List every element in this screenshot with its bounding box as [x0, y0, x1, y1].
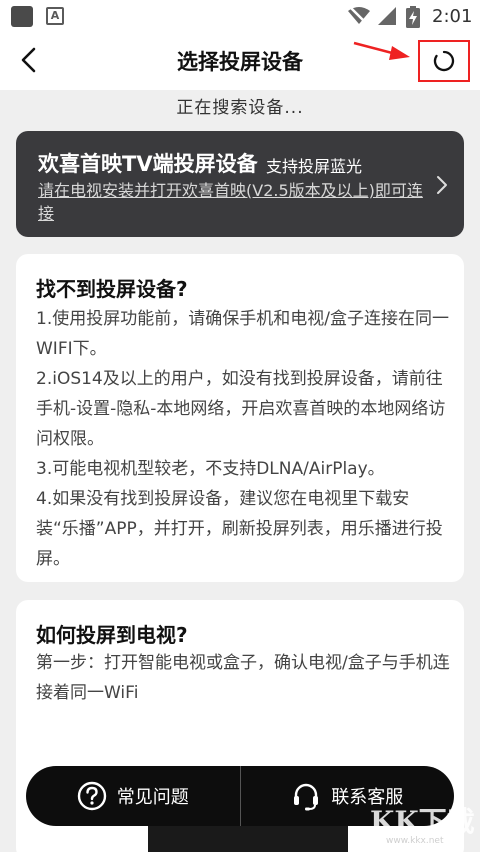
pointer-arrow-icon — [353, 41, 410, 60]
tv-card-description-link[interactable]: 请在电视安装并打开欢喜首映(V2.5版本及以上)即可连接 — [38, 179, 426, 225]
question-circle-icon — [77, 781, 106, 811]
signal-icon — [378, 7, 396, 25]
app-notification-icon — [11, 6, 33, 27]
refresh-button[interactable] — [418, 40, 470, 82]
clock: 2:01 — [432, 6, 473, 27]
tv-device-card[interactable]: 欢喜首映TV端投屏设备 支持投屏蓝光 请在电视安装并打开欢喜首映(V2.5版本及… — [16, 131, 464, 237]
troubleshoot-item: 4.如果没有找到投屏设备，建议您在电视里下载安装“乐播”APP，并打开，刷新投屏… — [36, 489, 443, 569]
tv-card-title: 欢喜首映TV端投屏设备 — [38, 152, 258, 176]
wifi-off-icon — [348, 6, 370, 26]
troubleshoot-list: 1.使用投屏功能前，请确保手机和电视/盒子连接在同一WIFI下。 2.iOS14… — [36, 304, 452, 574]
chevron-right-icon — [437, 176, 447, 194]
notification-a-icon: A — [46, 7, 64, 25]
howto-step: 第一步：打开智能电视或盒子，确认电视/盒子与手机连接着同一WiFi — [36, 653, 450, 703]
faq-label: 常见问题 — [116, 787, 189, 808]
troubleshoot-card: 找不到投屏设备? 1.使用投屏功能前，请确保手机和电视/盒子连接在同一WIFI下… — [16, 254, 464, 582]
status-bar: A 2:01 — [0, 0, 480, 32]
troubleshoot-item: 2.iOS14及以上的用户，如没有找到投屏设备，请前往手机-设置-隐私-本地网络… — [36, 369, 446, 449]
troubleshoot-item: 3.可能电视机型较老，不支持DLNA/AirPlay。 — [36, 459, 385, 479]
refresh-icon — [433, 50, 455, 72]
troubleshoot-title: 找不到投屏设备? — [36, 277, 188, 301]
search-status: 正在搜索设备... — [176, 98, 304, 118]
troubleshoot-item: 1.使用投屏功能前，请确保手机和电视/盒子连接在同一WIFI下。 — [36, 309, 449, 359]
faq-button[interactable]: 常见问题 — [26, 766, 240, 826]
watermark-url: www.kkx.net — [386, 836, 444, 846]
battery-charging-icon — [406, 6, 420, 28]
tv-card-subtitle: 支持投屏蓝光 — [266, 157, 363, 176]
headset-icon — [294, 783, 319, 811]
howto-title: 如何投屏到电视? — [36, 623, 188, 647]
